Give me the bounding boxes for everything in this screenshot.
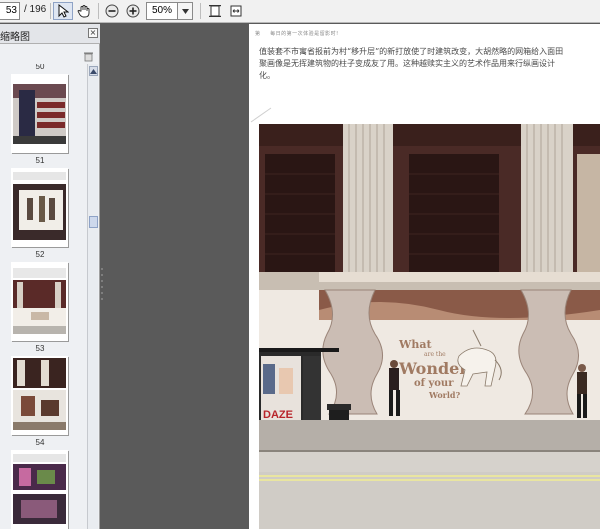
toolbar-separator [200, 3, 201, 19]
thumbnail-page-51[interactable] [11, 74, 68, 153]
zoom-in-button[interactable] [123, 2, 143, 20]
scroll-up-button[interactable] [89, 66, 98, 76]
thumbnail-panel-title: 缩略图 [0, 32, 30, 43]
fit-page-icon [209, 5, 221, 17]
bus-shelter-poster-text: DAZE [263, 409, 293, 421]
toolbar: 53 / 196 50% [0, 0, 600, 23]
billboard-text-line1: What [398, 338, 432, 351]
thumbnail-page-52[interactable] [11, 168, 68, 247]
panel-resize-grip[interactable] [100, 265, 104, 305]
storefront-photo: What are the Wonder of your World? DAZE [259, 124, 600, 529]
zoom-dropdown-button[interactable] [178, 2, 193, 20]
chevron-up-icon [90, 68, 97, 74]
select-tool-button[interactable] [53, 2, 73, 20]
billboard-text-line5: World? [428, 390, 461, 400]
fit-width-button[interactable] [226, 2, 246, 20]
thumbnail-page-54[interactable] [11, 356, 68, 435]
thumbnail-label: 54 [35, 438, 45, 447]
select-tool-icon [58, 4, 69, 18]
page-body-text: 值装套不市寓省报前为村“移升层”的新打放使了时建筑改变，大胡然略的网箱给入面田聚… [259, 47, 564, 80]
thumbnail-label: 50 [35, 64, 45, 71]
page-number-input[interactable]: 53 [0, 2, 20, 20]
chevron-down-icon [181, 8, 189, 14]
thumbnail-label: 53 [35, 344, 45, 353]
panel-close-button[interactable]: × [88, 28, 98, 38]
page-total-label: / 196 [24, 4, 47, 15]
fit-page-button[interactable] [205, 2, 225, 20]
billboard-text-line4: of your [414, 378, 454, 389]
thumbnail-image [11, 356, 68, 435]
zoom-out-icon [105, 4, 119, 18]
hand-tool-button[interactable] [74, 2, 94, 20]
trash-icon[interactable] [83, 51, 94, 62]
scroll-thumb[interactable] [89, 216, 98, 228]
page-corner-mark [250, 107, 272, 123]
zoom-out-button[interactable] [102, 2, 122, 20]
thumbnail-image [11, 262, 68, 341]
toolbar-separator [98, 3, 99, 19]
thumbnail-page-55[interactable] [11, 450, 68, 529]
toolbar-separator [50, 3, 51, 19]
thumbnail-list: 50 51 52 53 54 [0, 64, 86, 529]
hand-tool-icon [77, 5, 90, 18]
billboard-text-line2: are the [424, 351, 446, 358]
thumbnail-label: 52 [35, 250, 45, 259]
thumbnail-panel: 缩略图 × 50 51 52 53 54 [0, 24, 100, 529]
thumbnail-panel-header: 缩略图 × [0, 24, 100, 44]
fit-width-icon [230, 5, 242, 17]
thumbnail-image [11, 74, 68, 153]
thumbnail-label: 51 [35, 156, 45, 165]
thumbnail-page-53[interactable] [11, 262, 68, 341]
thumbnail-image [11, 450, 68, 529]
zoom-level-input[interactable]: 50% [146, 2, 178, 20]
document-page: 第 每日的第一次体验是留影时! 值装套不市寓省报前为村“移升层”的新打放使了时建… [249, 24, 600, 529]
thumbnail-scrollbar[interactable] [87, 64, 98, 529]
zoom-in-icon [126, 4, 140, 18]
page-running-header: 第 每日的第一次体验是留影时! [255, 31, 339, 37]
thumbnail-image [11, 168, 68, 247]
